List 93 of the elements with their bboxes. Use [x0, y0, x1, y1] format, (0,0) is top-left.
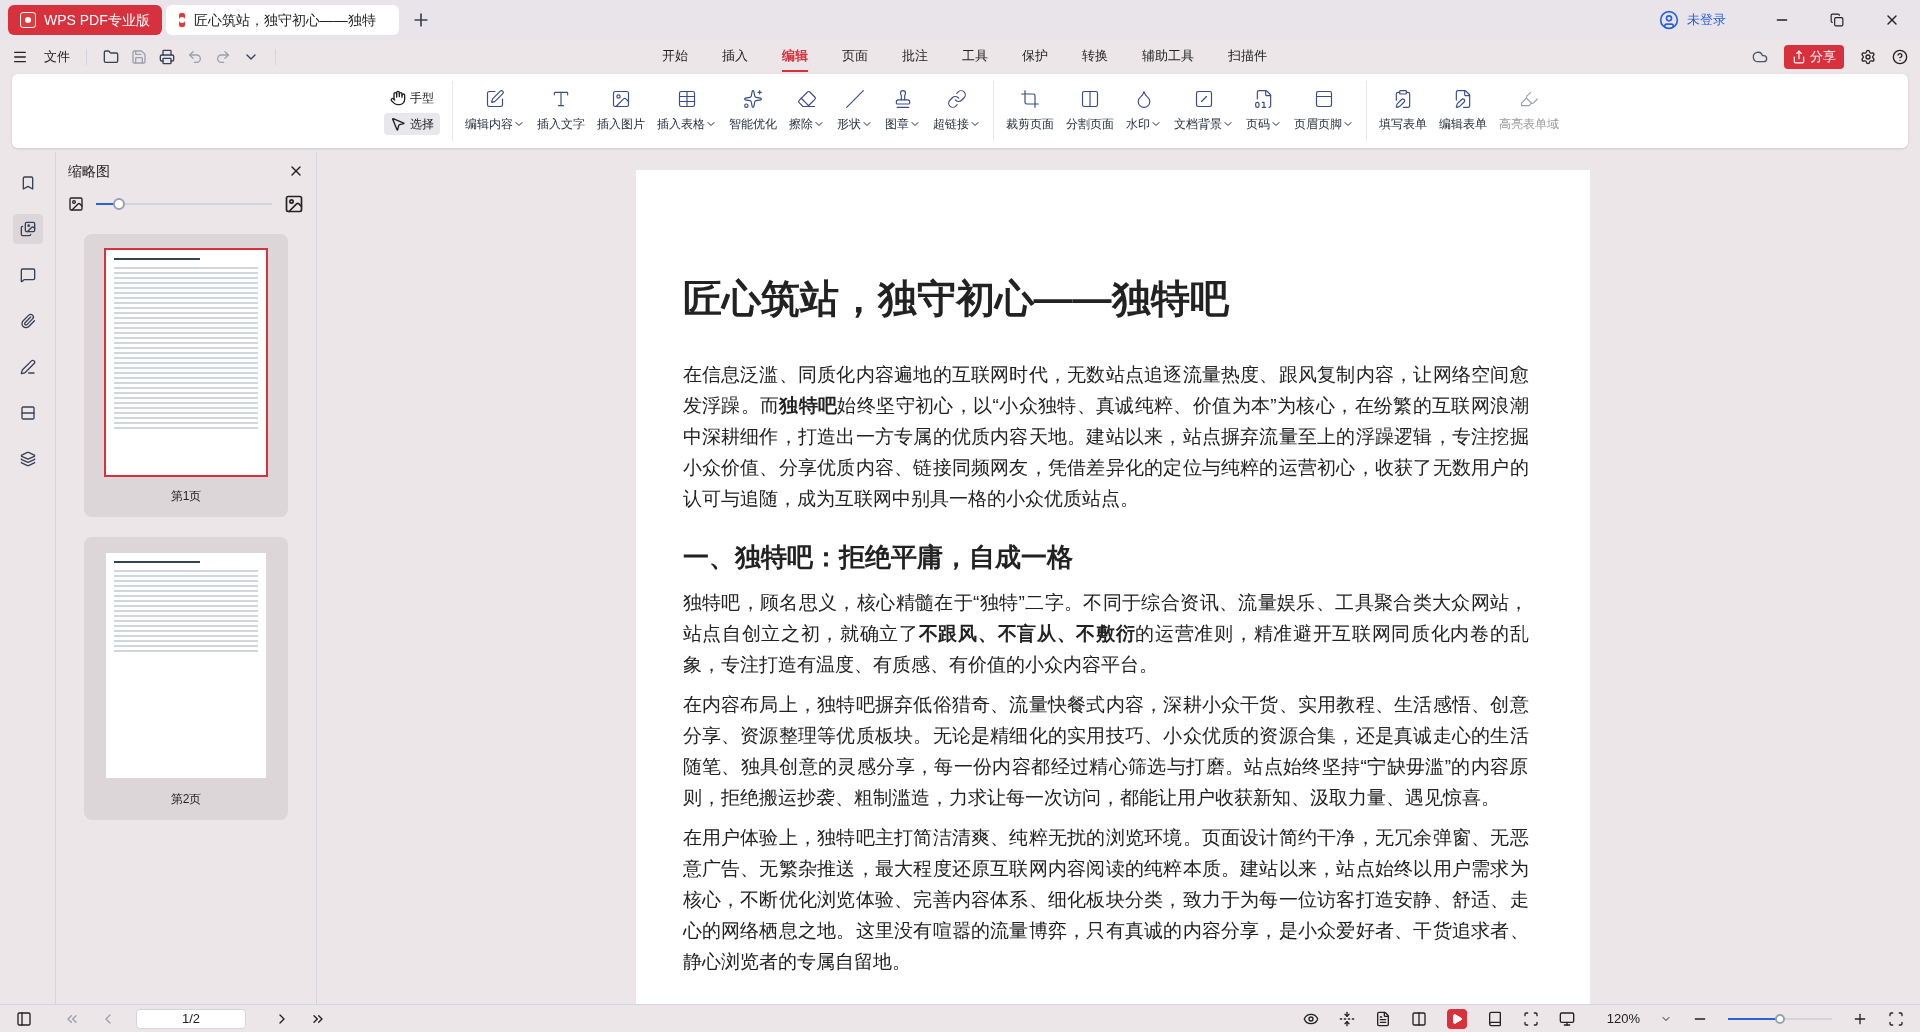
print-icon[interactable] [159, 49, 175, 65]
body-paragraph: 在内容布局上，独特吧摒弃低俗猎奇、流量快餐式内容，深耕小众干货、实用教程、生活感悟、创意分享、资源整理等优质板块。无论是精细化的实用技巧、小众优质的资源合集，还是真诚走心的生活随笔、独具创意的灵感分享，每一份内容都经过精心筛选与打磨。站点始终坚持“宁缺毋滥”的内容原则，拒绝搬运抄袭、粗制滥造，力求让每一次访问，都能让用户收获新知、汲取力量、遇见惊喜。 [682, 692, 1529, 810]
zoom-slider[interactable] [1728, 1012, 1832, 1025]
book-icon[interactable] [1486, 1010, 1503, 1027]
fullscreen-view-icon[interactable] [1558, 1010, 1575, 1027]
toolbar-button[interactable]: 裁剪页面 [1002, 89, 1058, 133]
avatar-icon[interactable] [1659, 10, 1679, 30]
panel-title: 缩略图 [68, 161, 110, 181]
toolbar-button[interactable]: 插入图片 [593, 89, 649, 133]
link-icon [947, 89, 967, 109]
form-edit-icon [1453, 89, 1473, 109]
ribbon-tab[interactable]: 工具 [962, 42, 988, 72]
menu-icon[interactable] [12, 49, 28, 65]
two-page-icon[interactable] [1410, 1010, 1427, 1027]
toolbar-button[interactable]: 页眉页脚 [1290, 89, 1358, 133]
toolbar-button[interactable]: 形状 [833, 89, 877, 133]
file-menu[interactable]: 文件 [44, 47, 70, 67]
tab-label: WPS PDF专业版 [44, 10, 150, 30]
toolbar-button[interactable]: 水印 [1122, 89, 1166, 133]
share-button[interactable]: 分享 [1784, 45, 1844, 69]
toolbar-button[interactable]: 编辑内容 [461, 89, 529, 133]
form-fill-icon [1393, 89, 1413, 109]
zoom-level[interactable]: 120% [1606, 1008, 1640, 1029]
tab-label: 匠心筑站，独守初心——独特 [193, 10, 376, 30]
ribbon-tab[interactable]: 插入 [722, 42, 748, 72]
ribbon-tab[interactable]: 转换 [1082, 42, 1108, 72]
toolbar-button[interactable]: 插入表格 [653, 89, 721, 133]
text-cursor-icon [551, 89, 571, 109]
image-icon [611, 89, 631, 109]
ribbon-tab[interactable]: 批注 [902, 42, 928, 72]
small-image-icon[interactable] [68, 196, 84, 212]
single-page-icon[interactable] [1374, 1010, 1391, 1027]
page-label: 第2页 [170, 791, 202, 808]
background-icon [1194, 89, 1214, 109]
line-icon [845, 89, 865, 109]
toolbar-button[interactable]: 插入文字 [533, 89, 589, 133]
document-tab[interactable]: 匠心筑站，独守初心——独特 [165, 5, 399, 35]
toolbar-button[interactable]: 文档背景 [1170, 89, 1238, 133]
document-title: 匠心筑站，独守初心——独特吧 [682, 276, 1230, 322]
mode-button[interactable]: 手型 [384, 87, 440, 109]
body-paragraph: 在用户体验上，独特吧主打简洁清爽、纯粹无扰的浏览环境。页面设计简约干净，无冗余弹窗、无恶意广告、无繁杂推送，最大程度还原互联网内容阅读的纯粹本质。建站以来，站点始终以用户需求为核心，不断优化浏览体验、完善内容体系、细化板块分类，致力于为每一位访客打造安静、舒适、走心的网络栖息之地。这里没有喧嚣的流量博弈，只有真诚的内容分享，是小众爱好者、干货追求者、静心浏览者的专属自留地。 [682, 825, 1529, 974]
stamp-icon [893, 89, 913, 109]
ribbon-tab[interactable]: 扫描件 [1228, 42, 1267, 72]
hand-icon [390, 90, 406, 106]
toolbar-button[interactable]: 编辑表单 [1435, 89, 1491, 133]
restore-icon[interactable] [1830, 13, 1844, 27]
ribbon-tab[interactable]: 保护 [1022, 42, 1048, 72]
edit-content-icon [485, 89, 505, 109]
mode-button[interactable]: 选择 [384, 113, 440, 135]
toolbar-button[interactable]: 擦除 [785, 89, 829, 133]
thumbnail-icon[interactable] [12, 214, 43, 244]
split-page-icon [1080, 89, 1100, 109]
page-thumbnail[interactable]: 第2页 [84, 537, 288, 820]
app-tab[interactable]: WPS PDF专业版 [8, 5, 162, 35]
ribbon-tab[interactable]: 开始 [662, 42, 688, 72]
ribbon-tab[interactable]: 辅助工具 [1142, 42, 1194, 72]
toolbar-button[interactable]: 分割页面 [1062, 89, 1118, 133]
table-icon [677, 89, 697, 109]
toolbar-button[interactable]: 智能优化 [725, 89, 781, 133]
help-icon[interactable] [1892, 49, 1908, 65]
pdf-logo-icon [177, 12, 186, 28]
header-footer-icon [1314, 89, 1334, 109]
toolbar-button[interactable]: 填写表单 [1375, 89, 1431, 133]
highlighter-icon [1519, 89, 1539, 109]
ribbon-tab[interactable]: 编辑 [782, 42, 808, 72]
section-heading: 一、独特吧：拒绝平庸，自成一格 [682, 540, 1074, 574]
size-slider[interactable] [96, 197, 272, 211]
ribbon-tab[interactable]: 页面 [842, 42, 868, 72]
body-paragraph: 独特吧，顾名思义，核心精髓在于“独特”二字。不同于综合资讯、流量娱乐、工具聚合类大众网站，站点自创立之初，就确立了不跟风、不盲从、不敷衍的运营准则，精准避开互联网同质化内卷的乱象，专注打造有温度、有质感、有价值的小众内容平台。 [682, 590, 1529, 677]
crop-icon [1020, 89, 1040, 109]
play-icon[interactable] [1446, 1008, 1467, 1029]
large-image-icon[interactable] [284, 194, 304, 214]
toolbar-button[interactable]: 超链接 [929, 89, 985, 133]
page-number-icon [1254, 89, 1274, 109]
sparkle-icon [743, 89, 763, 109]
sidebar-toggle-icon[interactable] [16, 1010, 32, 1027]
settings-icon[interactable] [1860, 49, 1876, 65]
pointer-icon [390, 116, 406, 132]
cloud-icon[interactable] [1752, 49, 1768, 65]
folder-icon[interactable] [103, 49, 119, 65]
continuous-view-icon[interactable] [1338, 1010, 1355, 1027]
login-link[interactable]: 未登录 [1687, 10, 1726, 30]
fit-page-icon[interactable] [1522, 1010, 1539, 1027]
page-label: 第1页 [170, 488, 202, 505]
pdf-logo-icon [20, 12, 36, 28]
page-number-field[interactable]: 1/2 [136, 1008, 246, 1029]
body-paragraph: 在信息泛滥、同质化内容遍地的互联网时代，无数站点追逐流量热度、跟风复制内容，让网络空间愈发浮躁。而独特吧始终坚守初心，以“小众独特、真诚纯粹、价值为本”为核心，在纷繁的互联网浪潮中深耕细作，打造出一方专属的优质内容天地。建站以来，站点摒弃流量至上的浮躁逻辑，专注挖掘小众价值、分享优质内容、链接同频网友，凭借差异化的定位与纯粹的运营初心，收获了无数用户的认可与追随，成为互联网中别具一格的小众优质站点。 [682, 362, 1529, 511]
toolbar-button[interactable]: 图章 [881, 89, 925, 133]
page-thumbnail[interactable]: 第1页 [84, 234, 288, 517]
toolbar-button[interactable]: 页码 [1242, 89, 1286, 133]
eraser-icon [797, 89, 817, 109]
share-icon [1792, 50, 1806, 64]
fullscreen-icon[interactable] [1888, 1010, 1904, 1027]
